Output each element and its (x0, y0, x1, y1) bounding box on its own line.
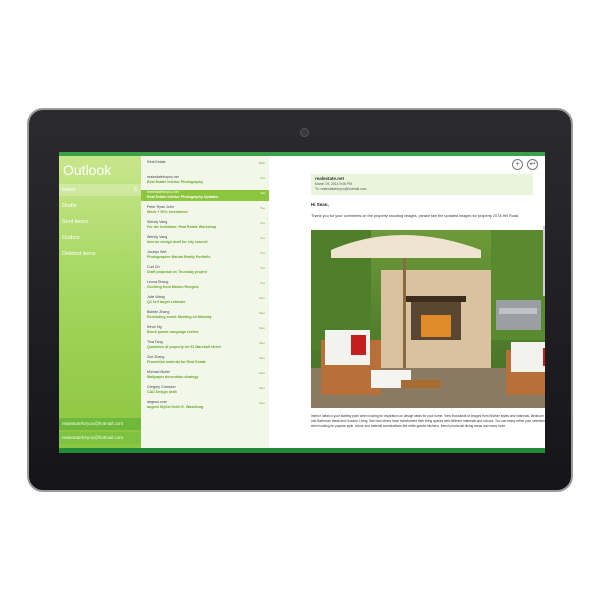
message-time: Mon (259, 341, 265, 345)
message-subject: august Stylist Keith E. Washburg (147, 404, 204, 409)
folder-drafts[interactable]: Drafts (59, 200, 141, 212)
message-time: Tue (259, 236, 265, 240)
patio-image (311, 230, 545, 408)
message-item[interactable]: realestateforyou.net Real Estate Interior… (141, 175, 269, 186)
message-item[interactable]: Jocelyn Wei Photographer Manlat Realty Po… (141, 250, 269, 261)
email-intro: Thank you for your comments on the prope… (311, 214, 520, 218)
patio-photo (311, 230, 545, 408)
screen: Outlook Inbox 5 Drafts Sent items Outbox… (59, 152, 545, 453)
message-item[interactable]: realestateforyou.net Real Estate Interior… (141, 190, 269, 201)
message-time: Web (258, 161, 265, 165)
folder-label: Inbox (62, 187, 76, 193)
message-time: Tue (259, 281, 265, 285)
message-subject: Week + 50% investment (147, 209, 188, 214)
tablet-frame: Outlook Inbox 5 Drafts Sent items Outbox… (27, 108, 573, 492)
message-item[interactable]: Gregory Cranston CAD Design draft Mon (141, 385, 269, 396)
message-item[interactable]: Wendy Vang For the Invitation: Real Estat… (141, 220, 269, 231)
message-time: Mon (259, 311, 265, 315)
message-subject: Block power campaign review (147, 329, 199, 334)
message-subject: For the Invitation: Real Estate Workshop (147, 224, 217, 229)
message-item[interactable]: Real Estate Web (141, 160, 269, 171)
folder-label: Sent items (62, 219, 88, 225)
email-header: realestate.net March 19, 2014 9:06 PM To… (311, 174, 533, 195)
message-subject: Wallpaper decoration strategy (147, 374, 199, 379)
message-time: Tue (259, 221, 265, 225)
message-time: Mon (259, 296, 265, 300)
message-subject: Draft proposal on Thursday project (147, 269, 208, 274)
message-time: Tue (259, 251, 265, 255)
sender-name: realestate.net (315, 176, 345, 181)
message-subject: Promotion material for Real Estate (147, 359, 206, 364)
app-title: Outlook (63, 162, 112, 178)
folder-outbox[interactable]: Outbox (59, 232, 141, 244)
message-item[interactable]: Leona Shang Greeting from Marlon Rengels T… (141, 280, 269, 291)
folder-pane: Outlook Inbox 5 Drafts Sent items Outbox… (59, 156, 141, 448)
reply-icon[interactable]: ↩ (527, 159, 538, 170)
message-time: Sat (260, 191, 265, 195)
message-subject: Quotation of property on 51 Marshall str… (147, 344, 221, 349)
account-primary[interactable]: realestateforyou@hotmail.com (59, 418, 141, 430)
email-body: Interior Ideas is your starting point wh… (311, 414, 545, 428)
sent-date: March 19, 2014 9:06 PM (315, 182, 353, 186)
message-subject: Q2 sell target estimate (147, 299, 186, 304)
account-secondary[interactable]: realestateforyou@hotmail.com (59, 432, 141, 444)
add-icon[interactable]: + (512, 159, 523, 170)
bottom-accent-bar (59, 448, 545, 453)
message-time: Mon (259, 401, 265, 405)
reading-pane: + ↩ realestate.net March 19, 2014 9:06 P… (269, 156, 545, 448)
message-time: Tue (259, 266, 265, 270)
message-item[interactable]: Peter Ryan John Week + 50% investment Tue (141, 205, 269, 216)
camera-icon (300, 128, 309, 137)
folder-label: Outbox (62, 235, 80, 241)
message-time: Tue (259, 176, 265, 180)
message-subject: Greeting from Marlon Rengels (147, 284, 199, 289)
folder-inbox[interactable]: Inbox 5 (59, 184, 141, 196)
message-subject: Reminding email: Meeting on Monday (147, 314, 212, 319)
folder-label: Drafts (62, 203, 77, 209)
message-item[interactable]: Michael Muller Wallpaper decoration strat… (141, 370, 269, 381)
message-time: Mon (259, 356, 265, 360)
message-subject: CAD Design draft (147, 389, 177, 394)
message-sender: Real Estate (147, 160, 166, 164)
message-time: Mon (259, 386, 265, 390)
message-list: Real Estate Web realestateforyou.net Real E… (141, 156, 269, 448)
message-time: Tue (259, 206, 265, 210)
message-subject: Real Estate Interior Photography Updates (147, 194, 219, 199)
folder-deleted-items[interactable]: Deleted items (59, 248, 141, 260)
message-item[interactable]: Curt Oh Draft proposal on Thursday projec… (141, 265, 269, 276)
message-time: Mon (259, 371, 265, 375)
message-item[interactable]: Julie Wang Q2 sell target estimate Mon (141, 295, 269, 306)
folder-sent-items[interactable]: Sent items (59, 216, 141, 228)
message-item[interactable]: aegeon.com august Stylist Keith E. Washbu… (141, 400, 269, 411)
unread-count: 5 (133, 187, 137, 193)
message-item[interactable]: Bubble Zhang Reminding email: Meeting on … (141, 310, 269, 321)
message-subject: Interior design draft for city council (147, 239, 208, 244)
message-item[interactable]: Kevin Ng Block power campaign review Mon (141, 325, 269, 336)
recipient: To: realestateforyou@hotmail.com (315, 187, 367, 191)
message-item[interactable]: Wendy Vang Interior design draft for city… (141, 235, 269, 246)
scrollbar[interactable] (543, 226, 545, 296)
message-item[interactable]: Tina Tang Quotation of property on 51 Mar… (141, 340, 269, 351)
message-subject: Photographer Manlat Realty Portfolio (147, 254, 211, 259)
email-greeting: Hi Sean, (311, 202, 329, 207)
message-subject: Real Estate Interior Photography (147, 179, 203, 184)
folder-label: Deleted items (62, 251, 96, 257)
message-item[interactable]: Zoe Zhang Promotion material for Real Est… (141, 355, 269, 366)
message-time: Mon (259, 326, 265, 330)
